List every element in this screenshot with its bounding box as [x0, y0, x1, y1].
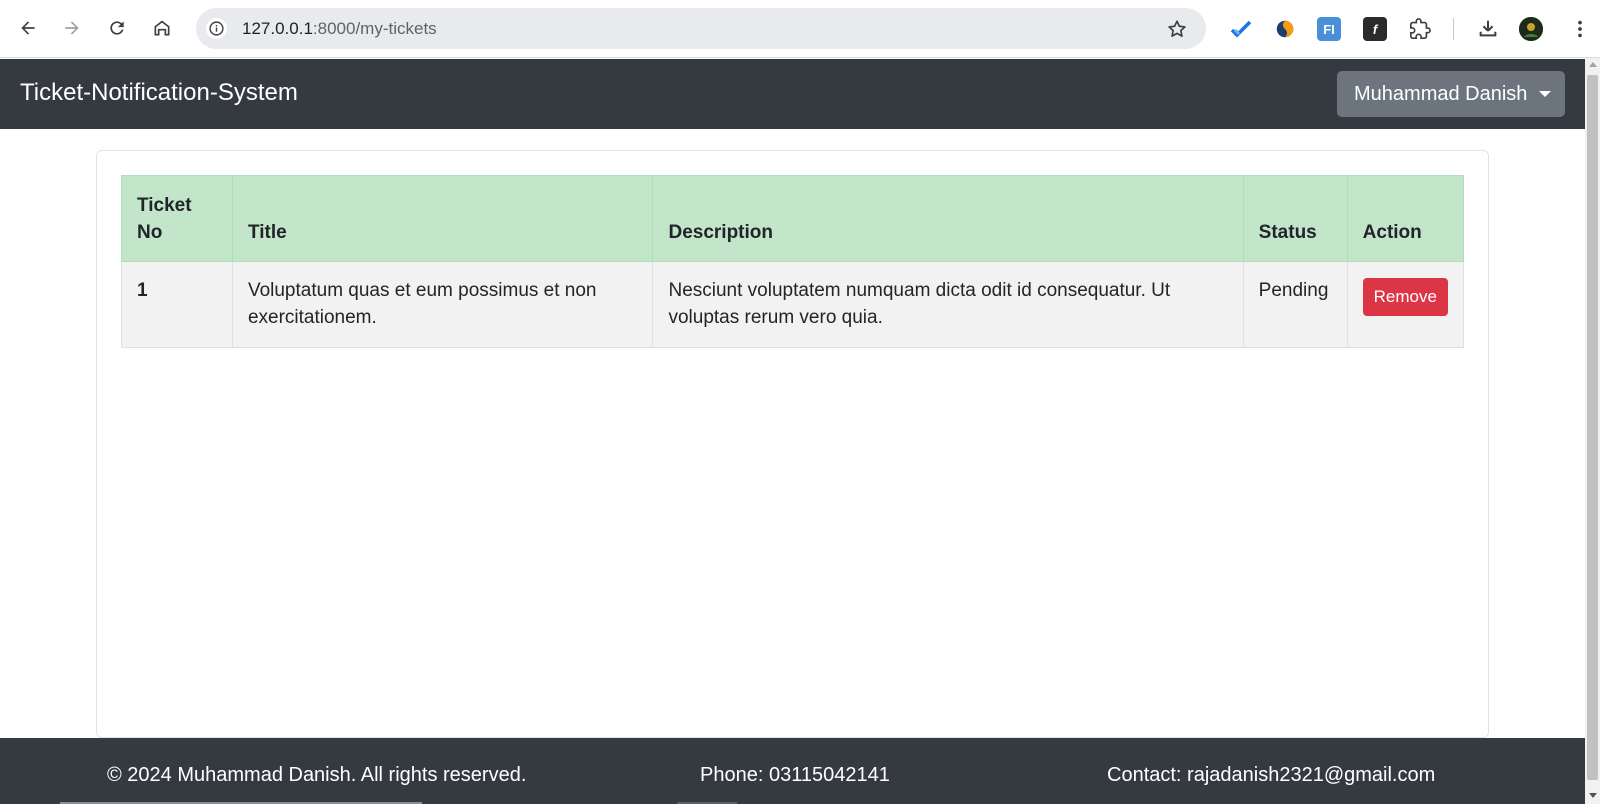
download-icon[interactable]	[1476, 17, 1500, 41]
user-dropdown-button[interactable]: Muhammad Danish	[1337, 71, 1565, 117]
home-icon	[154, 20, 170, 36]
remove-button[interactable]: Remove	[1362, 278, 1448, 316]
cell-action: Remove	[1346, 261, 1465, 348]
url-path: :8000/my-tickets	[312, 19, 437, 38]
extensions-puzzle-icon[interactable]	[1408, 17, 1432, 41]
footer-contact: Contact: rajadanish2321@gmail.com	[1107, 764, 1436, 786]
footer-copyright: © 2024 Muhammad Danish. All rights reser…	[107, 764, 527, 786]
user-name: Muhammad Danish	[1354, 82, 1528, 105]
header-status: Status	[1242, 175, 1348, 262]
extension-fi-icon[interactable]: FI	[1317, 17, 1341, 41]
back-arrow-icon	[21, 21, 35, 35]
reload-icon	[110, 21, 124, 35]
reload-button[interactable]	[102, 13, 132, 43]
cell-description: Nesciunt voluptatem numquam dicta odit i…	[652, 261, 1244, 348]
forward-arrow-icon	[65, 21, 79, 35]
header-description: Description	[652, 175, 1244, 262]
profile-avatar[interactable]	[1519, 17, 1543, 41]
bookmark-star-icon[interactable]	[1166, 18, 1188, 40]
vertical-scrollbar[interactable]	[1585, 58, 1600, 804]
scroll-down-arrow-icon[interactable]	[1589, 793, 1597, 798]
caret-down-icon	[1539, 91, 1552, 97]
scrollbar-thumb[interactable]	[1587, 75, 1598, 780]
url-text: 127.0.0.1:8000/my-tickets	[242, 19, 437, 39]
back-button[interactable]	[13, 13, 43, 43]
footer-phone: Phone: 03115042141	[700, 764, 890, 786]
extension-function-icon[interactable]: f	[1363, 17, 1387, 41]
url-host: 127.0.0.1	[242, 19, 313, 38]
browser-menu-icon[interactable]	[1568, 17, 1592, 41]
scroll-up-arrow-icon[interactable]	[1589, 62, 1597, 67]
cell-ticket-no: 1	[121, 261, 233, 348]
brand-title[interactable]: Ticket-Notification-System	[20, 79, 298, 107]
app-navbar: Ticket-Notification-System Muhammad Dani…	[0, 59, 1585, 129]
header-ticket-no: Ticket No	[121, 175, 233, 262]
extension-circle-icon[interactable]	[1273, 17, 1297, 41]
table-header-row: Ticket No Title Description Status Actio…	[121, 175, 1465, 262]
address-bar[interactable]: 127.0.0.1:8000/my-tickets	[196, 8, 1206, 49]
table-row: 1 Voluptatum quas et eum possimus et non…	[121, 261, 1465, 348]
tickets-table: Ticket No Title Description Status Actio…	[121, 175, 1465, 348]
toolbar-divider	[1453, 18, 1454, 40]
cell-status: Pending	[1242, 261, 1348, 348]
home-button[interactable]	[147, 13, 177, 43]
extension-check-icon[interactable]	[1229, 17, 1253, 41]
page-footer: © 2024 Muhammad Danish. All rights reser…	[0, 738, 1585, 804]
header-title: Title	[231, 175, 654, 262]
header-action: Action	[1346, 175, 1465, 262]
browser-toolbar: 127.0.0.1:8000/my-tickets FI f	[0, 0, 1600, 58]
forward-button[interactable]	[57, 13, 87, 43]
cell-title: Voluptatum quas et eum possimus et non e…	[231, 261, 654, 348]
site-info-icon[interactable]	[206, 18, 227, 39]
